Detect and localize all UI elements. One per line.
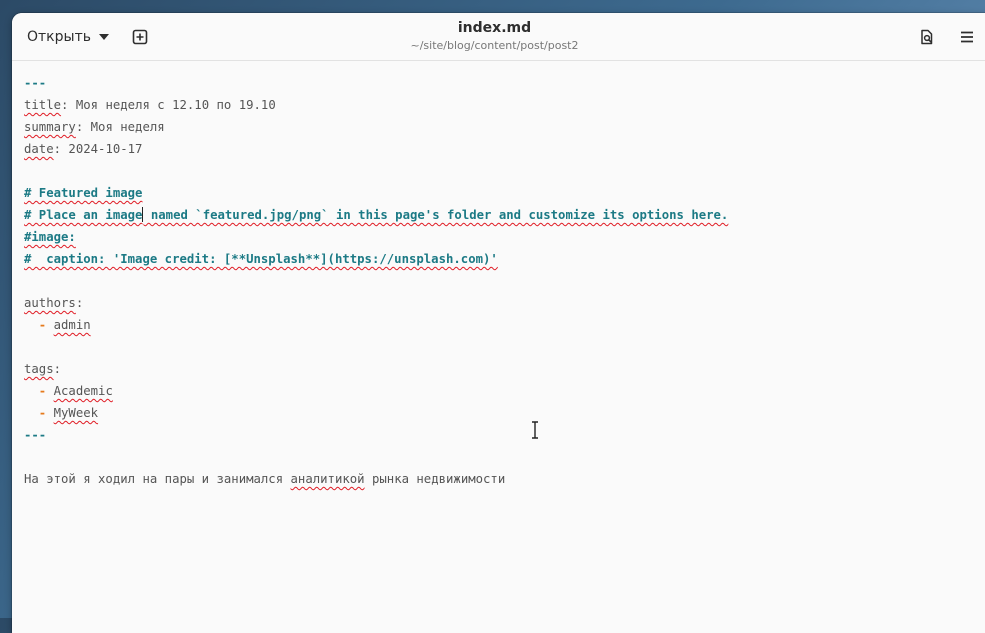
list-value: Academic <box>53 384 113 398</box>
code-line: # Place an image named `featured.jpg/png… <box>24 204 728 226</box>
new-tab-button[interactable] <box>125 22 155 52</box>
code-line: title: Моя неделя с 12.10 по 19.10 <box>24 94 276 116</box>
yaml-value: : 2024-10-17 <box>53 142 143 156</box>
header-bar: Открыть index.md ~/site/blog/content/pos… <box>12 13 985 61</box>
list-dash: - <box>24 406 47 420</box>
text-editor[interactable]: --- title: Моя неделя с 12.10 по 19.10 s… <box>12 61 985 633</box>
code-line: # Featured image <box>24 182 142 204</box>
yaml-colon: : <box>53 362 62 376</box>
body-text: На этой я ходил на пары и занимался <box>24 472 291 486</box>
editor-window: Открыть index.md ~/site/blog/content/pos… <box>12 13 985 633</box>
code-line: tags: <box>24 358 61 380</box>
code-line: - admin <box>24 314 91 336</box>
comment: named `featured.jpg/png` in this page's … <box>143 208 729 222</box>
comment: # Featured image <box>24 186 143 200</box>
code-line: authors: <box>24 292 83 314</box>
yaml-key: tags <box>24 362 54 376</box>
code-line: --- <box>24 72 46 94</box>
new-tab-icon <box>132 29 148 45</box>
hamburger-menu-icon <box>961 31 973 43</box>
list-dash: - <box>24 318 47 332</box>
front-matter-delimiter: --- <box>24 428 47 442</box>
yaml-key: summary <box>24 120 76 134</box>
list-dash: - <box>24 384 47 398</box>
code-line: summary: Моя неделя <box>24 116 165 138</box>
comment: #image: <box>24 230 76 244</box>
search-button[interactable] <box>912 22 942 52</box>
code-line: # caption: 'Image credit: [**Unsplash**]… <box>24 248 498 270</box>
window-title: index.md <box>457 20 532 36</box>
yaml-value: : Моя неделя <box>75 120 165 134</box>
code-line: - Academic <box>24 380 113 402</box>
yaml-key: title <box>24 98 62 112</box>
open-button[interactable]: Открыть <box>20 22 116 52</box>
front-matter-delimiter: --- <box>24 76 47 90</box>
code-line: date: 2024-10-17 <box>24 138 142 160</box>
yaml-key: date <box>24 142 54 156</box>
code-line: - MyWeek <box>24 402 98 424</box>
file-path: ~/site/blog/content/post/post2 <box>410 39 579 52</box>
open-button-label: Открыть <box>27 29 91 45</box>
yaml-key: authors <box>24 296 76 310</box>
yaml-value: : Моя неделя с 12.10 по 19.10 <box>61 98 276 112</box>
main-menu-button[interactable] <box>952 22 982 52</box>
code-line: --- <box>24 424 46 446</box>
ibeam-cursor-icon <box>532 421 538 439</box>
body-text-misspelled: аналитикой <box>290 472 365 486</box>
comment: # Place an image <box>24 208 143 222</box>
code-line: #image: <box>24 226 76 248</box>
comment: # caption: 'Image credit: [**Unsplash**]… <box>24 252 498 266</box>
code-line: На этой я ходил на пары и занимался анал… <box>24 468 505 490</box>
search-document-icon <box>921 29 933 45</box>
body-text: рынка недвижимости <box>364 472 506 486</box>
list-value: MyWeek <box>53 406 99 420</box>
list-value: admin <box>53 318 91 332</box>
chevron-down-icon <box>98 34 109 40</box>
yaml-colon: : <box>75 296 84 310</box>
